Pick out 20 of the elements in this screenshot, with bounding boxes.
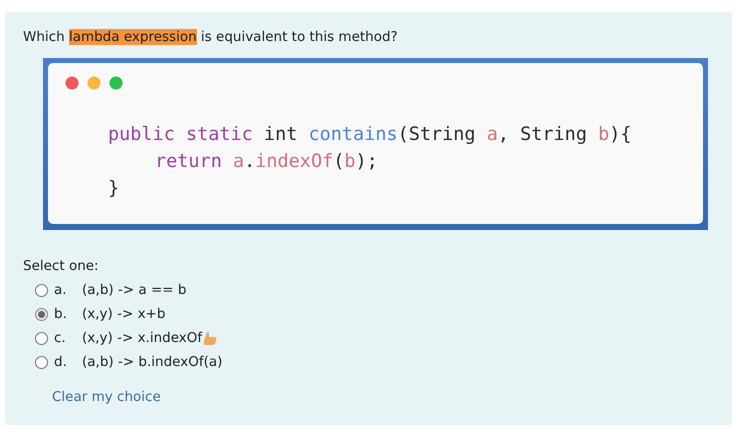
option-letter: c.: [54, 330, 67, 346]
radio-button[interactable]: [35, 308, 48, 320]
option-letter: b.: [54, 306, 68, 322]
option-text: (a,b) -> a == b: [82, 282, 186, 298]
option-text: (x,y) -> x.indexOf: [82, 330, 202, 346]
code-line: public static int contains(String a, String b){: [108, 123, 632, 147]
option-letter: a.: [54, 282, 68, 298]
clear-choice-link[interactable]: Clear my choice: [52, 389, 161, 405]
window-controls-icon: [65, 76, 125, 90]
radio-button[interactable]: [35, 356, 48, 368]
thumbs-up-icon: [202, 330, 218, 346]
option-text: (a,b) -> b.indexOf(a): [82, 354, 222, 370]
option-letter: d.: [54, 354, 68, 370]
radio-button[interactable]: [35, 284, 48, 296]
code-line: return a.indexOf(b);: [155, 150, 378, 174]
option-text: (x,y) -> x+b: [82, 306, 166, 322]
radio-button[interactable]: [35, 332, 48, 344]
prompt-text: Select one:: [23, 258, 100, 274]
code-line: }: [108, 177, 120, 201]
question-text: Which lambda expression is equivalent to this method?: [23, 29, 399, 45]
